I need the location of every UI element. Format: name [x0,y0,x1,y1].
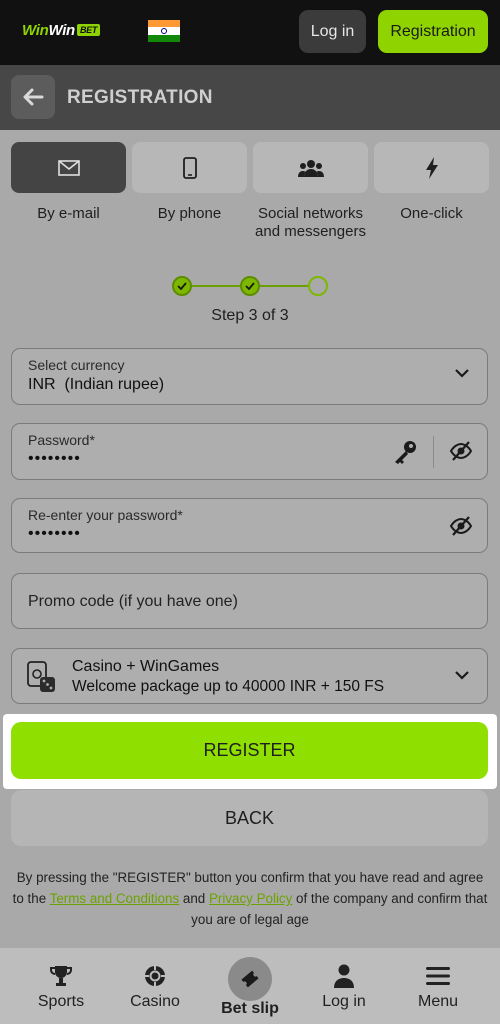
divider [433,436,434,468]
privacy-link[interactable]: Privacy Policy [209,891,292,906]
ticket-icon [241,970,259,988]
currency-select[interactable]: Select currency INR (Indian rupee) [11,348,488,405]
promo-code-field[interactable]: Promo code (if you have one) [11,573,488,629]
logo-text-bet: BET [76,24,101,36]
step-progress [172,276,328,296]
check-icon [245,282,255,290]
nav-sports-label: Sports [37,993,85,1010]
bonus-title: Casino + WinGames [72,658,220,675]
login-button[interactable]: Log in [299,10,366,53]
promo-code-placeholder[interactable]: Promo code (if you have one) [28,593,238,611]
key-icon[interactable] [392,439,418,465]
nav-betslip-label[interactable]: Bet slip [200,1000,300,1018]
logo-text-win-2: Win [48,22,75,39]
repassword-value[interactable]: •••••••• [28,525,81,543]
repassword-field[interactable]: Re-enter your password* •••••••• [11,498,488,553]
top-bar: WinWin BET Log in Registration [0,0,500,65]
chevron-down-icon [455,369,469,378]
step-2-complete [240,276,260,296]
arrow-left-icon [23,88,44,106]
dice-cards-icon [26,660,58,694]
legal-and: and [179,891,209,906]
password-value[interactable]: •••••••• [28,450,81,468]
casino-chip-icon [144,964,166,988]
password-field[interactable]: Password* •••••••• [11,423,488,480]
nav-betslip[interactable] [228,957,272,1001]
tab-label-phone[interactable]: By phone [129,205,250,223]
currency-value: INR (Indian rupee) [28,376,164,394]
logo-text-win: Win [22,22,49,39]
registration-button[interactable]: Registration [378,10,488,53]
nav-casino[interactable]: Casino [105,948,205,1024]
tab-one-click[interactable] [374,142,489,193]
tab-by-phone[interactable] [132,142,247,193]
step-3-current [308,276,328,296]
winwin-bet-logo[interactable]: WinWin BET [22,22,101,39]
user-icon [333,964,355,988]
bonus-select[interactable]: Casino + WinGames Welcome package up to … [11,648,488,704]
back-button[interactable]: BACK [11,790,488,846]
currency-code: INR [28,376,56,393]
tab-label-one-click[interactable]: One-click [371,205,492,223]
envelope-icon [57,159,80,176]
nav-menu-label: Menu [417,993,459,1010]
lightning-icon [425,156,438,179]
bonus-subtitle: Welcome package up to 40000 INR + 150 FS [72,678,385,695]
tab-label-social[interactable]: Social networks and messengers [250,205,371,241]
terms-link[interactable]: Terms and Conditions [50,891,180,906]
step-line-1 [190,285,242,287]
currency-label: Select currency [28,357,125,373]
hamburger-menu-icon [426,964,450,988]
nav-menu[interactable]: Menu [388,948,488,1024]
nav-casino-label: Casino [130,993,180,1010]
step-1-complete [172,276,192,296]
back-arrow-button[interactable] [11,75,55,119]
step-text: Step 3 of 3 [211,307,289,324]
india-flag-icon[interactable] [148,20,180,42]
tab-by-email[interactable] [11,142,126,193]
nav-login-label: Log in [322,993,366,1010]
page-header: REGISTRATION [0,65,500,130]
nav-sports[interactable]: Sports [11,948,111,1024]
register-button[interactable]: REGISTER [11,722,488,779]
users-icon [297,159,324,177]
page-title: REGISTRATION [67,87,213,108]
password-label: Password* [28,432,95,448]
currency-name: (Indian rupee) [64,376,165,393]
chevron-down-icon [455,671,469,680]
check-icon [177,282,187,290]
step-line-2 [260,285,310,287]
eye-slash-icon[interactable] [449,441,473,461]
phone-icon [182,156,197,179]
nav-login[interactable]: Log in [294,948,394,1024]
tab-label-email[interactable]: By e-mail [8,205,129,223]
legal-text: By pressing the "REGISTER" button you co… [10,867,490,930]
trophy-icon [49,964,73,988]
tab-social-networks[interactable] [253,142,368,193]
eye-slash-icon[interactable] [449,516,473,536]
repassword-label: Re-enter your password* [28,507,183,523]
